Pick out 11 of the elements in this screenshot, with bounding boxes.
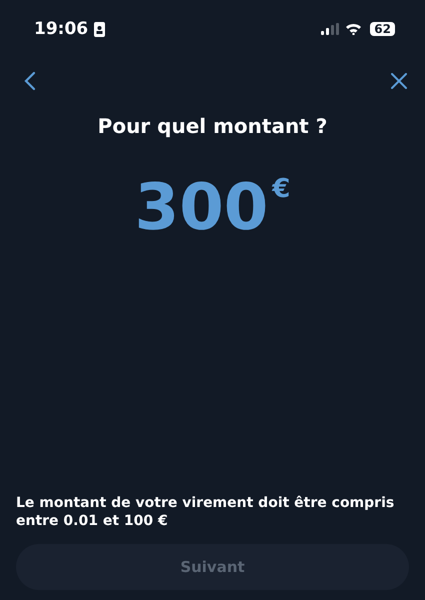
signal-icon (321, 23, 340, 35)
currency-symbol: € (272, 174, 290, 204)
page-title: Pour quel montant ? (96, 114, 328, 138)
back-icon[interactable] (24, 71, 36, 91)
amount-limit-message: Le montant de votre virement doit être compris entre 0.01 et 100 € (16, 495, 396, 530)
battery-level: 62 (370, 22, 395, 36)
close-icon[interactable] (391, 73, 407, 89)
wifi-icon (345, 23, 362, 35)
amount-value: 300 (134, 176, 268, 240)
status-time: 19:06 (34, 19, 88, 39)
contact-card-icon (94, 22, 106, 36)
